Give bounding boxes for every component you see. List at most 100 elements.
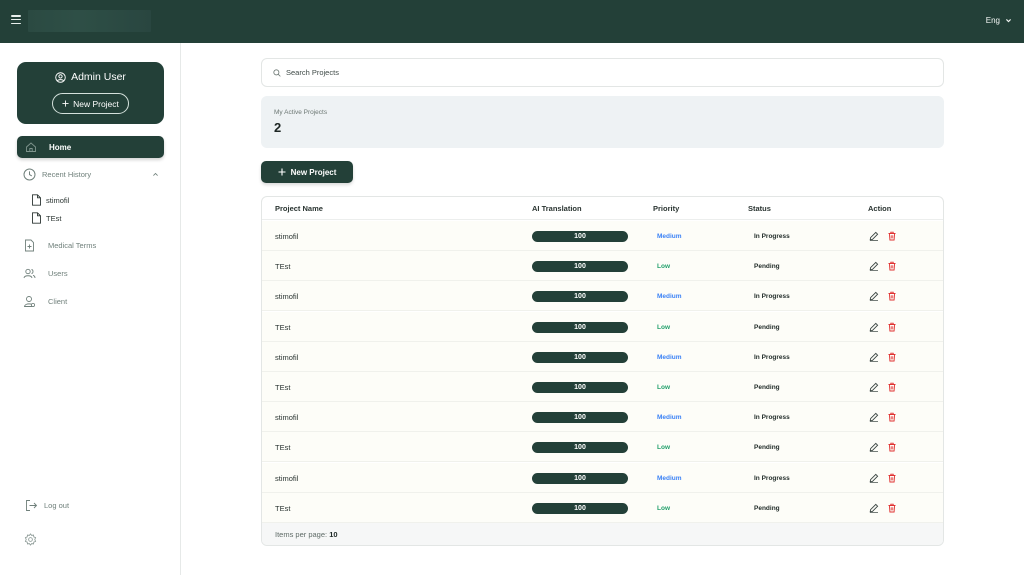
sidebar-item-recent-history[interactable]: Recent History: [23, 168, 159, 181]
chevron-up-icon[interactable]: [152, 171, 159, 178]
status-label: In Progress: [754, 293, 790, 301]
priority-label: Low: [657, 263, 670, 271]
table-row[interactable]: stimofil 100 Medium In Progress: [262, 402, 943, 433]
table-row[interactable]: TEst 100 Low Pending: [262, 251, 943, 282]
priority-label: Low: [657, 504, 670, 512]
search-input[interactable]: Search Projects: [261, 58, 944, 87]
edit-icon[interactable]: [869, 322, 879, 332]
new-project-label: New Project: [290, 167, 337, 177]
trash-icon[interactable]: [887, 442, 897, 452]
new-project-button[interactable]: New Project: [261, 161, 353, 183]
status-label: In Progress: [754, 233, 790, 240]
plus-icon: [62, 100, 69, 107]
edit-icon[interactable]: [869, 382, 879, 392]
items-per-page-value[interactable]: 10: [329, 530, 337, 539]
project-name[interactable]: stimofil: [275, 292, 298, 301]
table-row[interactable]: stimofil 100 Medium In Progress: [262, 281, 943, 312]
sidebar-item-label: Medical Terms: [48, 241, 97, 250]
gear-icon: [24, 533, 37, 546]
priority-label: Medium: [657, 233, 682, 240]
edit-icon[interactable]: [869, 412, 879, 423]
trash-icon[interactable]: [887, 382, 897, 392]
column-header-action: Action: [868, 204, 892, 213]
sidebar-new-project-button[interactable]: New Project: [52, 93, 129, 114]
ai-translation-progress: 100: [532, 502, 628, 514]
recent-history-item[interactable]: TEst: [31, 212, 61, 224]
sidebar-item-label: Recent History: [42, 170, 92, 179]
recent-history-label: TEst: [46, 213, 62, 223]
edit-icon[interactable]: [869, 352, 879, 362]
trash-icon[interactable]: [887, 231, 897, 241]
table-row[interactable]: stimofil 100 Medium In Progress: [262, 462, 943, 493]
project-name[interactable]: stimofil: [275, 232, 298, 241]
profile-card: Admin User New Project: [17, 62, 164, 124]
user-circle-icon: [55, 71, 66, 83]
logout-button[interactable]: Log out: [25, 499, 69, 512]
menu-icon[interactable]: [11, 15, 21, 25]
sidebar-item-users[interactable]: Users: [23, 267, 68, 280]
column-header-ai[interactable]: AI Translation: [532, 204, 582, 213]
trash-icon[interactable]: [887, 261, 897, 271]
edit-icon[interactable]: [869, 473, 879, 483]
logout-label: Log out: [44, 501, 70, 510]
trash-icon[interactable]: [887, 503, 897, 513]
column-header-status[interactable]: Status: [748, 204, 771, 213]
edit-icon[interactable]: [869, 231, 879, 241]
ai-translation-progress: 100: [532, 291, 628, 303]
priority-label: Low: [657, 323, 670, 331]
file-icon: [32, 212, 41, 224]
projects-table: Project Name AI Translation Priority Sta…: [261, 196, 944, 546]
table-row[interactable]: TEst 100 Low Pending: [262, 432, 943, 463]
sidebar-item-label: Home: [49, 142, 72, 152]
items-per-page-label: Items per page:: [275, 530, 328, 539]
edit-icon[interactable]: [869, 291, 879, 302]
client-icon: [23, 296, 35, 307]
language-label: Eng: [985, 16, 1000, 25]
trash-icon[interactable]: [887, 291, 897, 301]
ai-translation-progress: 100: [532, 472, 628, 484]
edit-icon[interactable]: [869, 442, 879, 453]
project-name[interactable]: TEst: [275, 383, 290, 392]
ai-translation-progress: 100: [532, 382, 628, 393]
table-row[interactable]: stimofil 100 Medium In Progress: [262, 341, 943, 372]
file-icon: [32, 194, 41, 206]
table-header: Project Name AI Translation Priority Sta…: [262, 197, 943, 220]
project-name[interactable]: stimofil: [275, 474, 298, 483]
clock-icon: [23, 168, 36, 181]
active-projects-card: My Active Projects 2: [261, 96, 944, 148]
priority-label: Medium: [657, 414, 682, 422]
project-name[interactable]: stimofil: [275, 353, 298, 362]
language-selector[interactable]: Eng: [986, 16, 1012, 25]
main-content: Search Projects My Active Projects 2 New…: [181, 43, 1024, 575]
status-label: Pending: [754, 444, 780, 452]
project-name[interactable]: TEst: [275, 504, 290, 513]
edit-icon[interactable]: [869, 261, 879, 272]
sidebar-item-medical-terms[interactable]: Medical Terms: [23, 239, 96, 252]
sidebar-item-home[interactable]: Home: [17, 136, 164, 158]
column-header-name[interactable]: Project Name: [275, 204, 323, 213]
status-label: Pending: [754, 323, 780, 331]
table-row[interactable]: stimofil 100 Medium In Progress: [262, 221, 943, 251]
trash-icon[interactable]: [887, 473, 897, 483]
active-projects-count: 2: [274, 120, 282, 135]
trash-icon[interactable]: [887, 322, 897, 332]
table-row[interactable]: TEst 100 Low Pending: [262, 492, 943, 523]
column-header-priority[interactable]: Priority: [653, 204, 679, 213]
table-row[interactable]: TEst 100 Low Pending: [262, 311, 943, 342]
project-name[interactable]: TEst: [275, 262, 290, 271]
trash-icon[interactable]: [887, 352, 897, 362]
edit-icon[interactable]: [869, 503, 879, 513]
table-row[interactable]: TEst 100 Low Pending: [262, 372, 943, 402]
recent-history-item[interactable]: stimofil: [31, 194, 69, 206]
project-name[interactable]: stimofil: [275, 413, 298, 422]
priority-label: Low: [657, 444, 670, 452]
settings-button[interactable]: [24, 533, 49, 546]
project-name[interactable]: TEst: [275, 323, 290, 332]
project-name[interactable]: TEst: [275, 443, 290, 452]
sidebar-item-client[interactable]: Client: [23, 295, 67, 308]
ai-translation-progress: 100: [532, 442, 628, 454]
search-placeholder: Search Projects: [286, 68, 339, 77]
ai-translation-progress: 100: [532, 261, 628, 273]
status-label: In Progress: [754, 353, 790, 361]
trash-icon[interactable]: [887, 412, 897, 422]
